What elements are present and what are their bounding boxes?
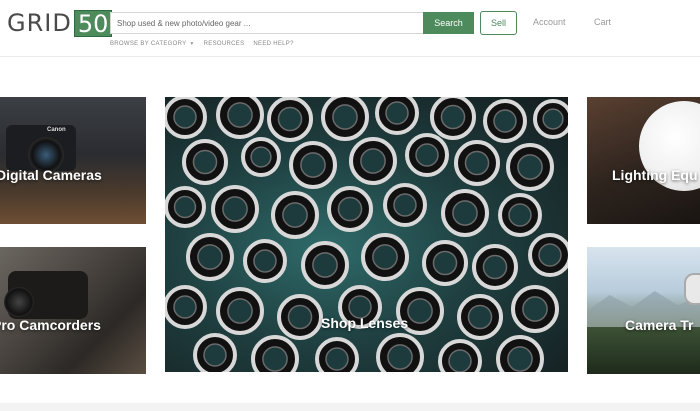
lens-glass bbox=[393, 193, 417, 217]
lens-glass bbox=[372, 244, 398, 270]
search-input[interactable] bbox=[110, 12, 424, 34]
lens-glass bbox=[325, 347, 349, 371]
lens-glass bbox=[332, 104, 358, 130]
lens-glass bbox=[517, 154, 543, 180]
lens-glass bbox=[387, 344, 413, 370]
lens-glass bbox=[467, 304, 493, 330]
lens-glass bbox=[173, 195, 197, 219]
sell-button[interactable]: Sell bbox=[480, 11, 517, 35]
treeline-image bbox=[587, 327, 700, 374]
cart-link[interactable]: Cart bbox=[594, 17, 611, 27]
lens-glass bbox=[452, 200, 478, 226]
lens-glass bbox=[262, 346, 288, 372]
lens-glass bbox=[493, 109, 517, 133]
category-tile-shop-lenses[interactable]: Shop Lenses bbox=[165, 97, 568, 372]
account-link[interactable]: Account bbox=[533, 17, 566, 27]
browse-by-category-menu[interactable]: BROWSE BY CATEGORY ▼ bbox=[110, 41, 195, 47]
chevron-down-icon: ▼ bbox=[189, 41, 195, 47]
need-help-link[interactable]: NEED HELP? bbox=[253, 41, 293, 47]
lens-glass bbox=[440, 104, 466, 130]
lens-glass bbox=[173, 105, 197, 129]
lens-glass bbox=[282, 202, 308, 228]
category-tile-pro-camcorders[interactable]: Pro Camcorders bbox=[0, 247, 146, 374]
lens-glass bbox=[407, 298, 433, 324]
lens-glass bbox=[507, 346, 533, 372]
tripod-head-image bbox=[684, 273, 700, 305]
lens-glass bbox=[300, 152, 326, 178]
lens-glass bbox=[197, 244, 223, 270]
camera-brand-mark: Canon bbox=[47, 127, 66, 133]
resources-link[interactable]: RESOURCES bbox=[204, 41, 245, 47]
search-button[interactable]: Search bbox=[423, 12, 474, 34]
logo-number: 50 bbox=[73, 10, 113, 38]
category-label: Camera Tr bbox=[625, 317, 694, 333]
lens-glass bbox=[250, 146, 272, 168]
lens-glass bbox=[522, 296, 548, 322]
lens-glass bbox=[385, 101, 409, 125]
category-tile-camera-tripods[interactable]: Camera Tr bbox=[587, 247, 700, 374]
subnav: BROWSE BY CATEGORY ▼ RESOURCES NEED HELP… bbox=[110, 41, 294, 47]
footer-band bbox=[0, 403, 700, 411]
category-tile-digital-cameras[interactable]: Canon Digital Cameras bbox=[0, 97, 146, 224]
lens-glass bbox=[227, 102, 253, 128]
lens-glass bbox=[360, 148, 386, 174]
lens-glass bbox=[253, 249, 277, 273]
lens-glass bbox=[312, 252, 338, 278]
category-tile-lighting-equipment[interactable]: Lighting Equ bbox=[587, 97, 700, 224]
lens-glass bbox=[287, 304, 313, 330]
grid50-logo[interactable]: GRID 50 bbox=[7, 9, 113, 38]
lens-glass bbox=[227, 298, 253, 324]
lens-glass bbox=[448, 349, 472, 372]
category-label: Pro Camcorders bbox=[0, 317, 101, 333]
lens-glass bbox=[508, 203, 532, 227]
category-label: Shop Lenses bbox=[321, 315, 409, 331]
lens-glass bbox=[222, 196, 248, 222]
lens-glass bbox=[464, 150, 490, 176]
lens-glass bbox=[337, 196, 363, 222]
lens-glass bbox=[203, 343, 227, 367]
lens-glass bbox=[415, 143, 439, 167]
lens-glass bbox=[277, 106, 303, 132]
browse-by-category-label: BROWSE BY CATEGORY bbox=[110, 41, 187, 47]
lens-glass bbox=[192, 149, 218, 175]
lens-glass bbox=[482, 254, 508, 280]
lens-glass bbox=[173, 295, 197, 319]
logo-text: GRID bbox=[7, 9, 72, 37]
header-divider bbox=[0, 56, 700, 57]
lens-glass bbox=[432, 250, 458, 276]
camcorder-lens-graphic bbox=[4, 287, 34, 317]
lens-glass bbox=[538, 243, 562, 267]
lens-glass bbox=[542, 108, 564, 130]
category-label: Lighting Equ bbox=[612, 167, 698, 183]
category-label: Digital Cameras bbox=[0, 167, 102, 183]
